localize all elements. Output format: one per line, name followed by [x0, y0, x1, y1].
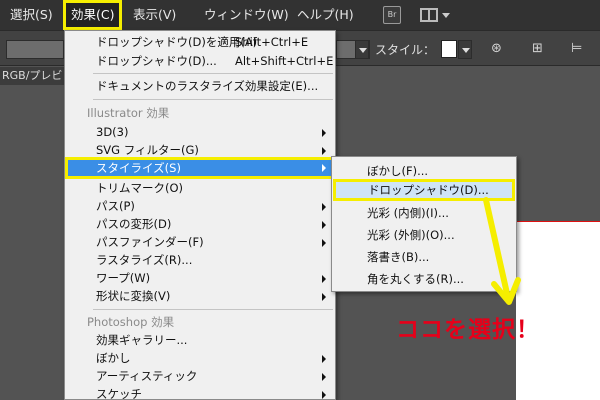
submenu-arrow-icon — [322, 373, 326, 381]
menu-bar: 選択(S) 効果(C) 表示(V) ウィンドウ(W) ヘルプ(H) Br — [0, 0, 600, 30]
submenu-item-label: ドロップシャドウ(D)... — [368, 183, 489, 197]
submenu-arrow-icon — [322, 164, 326, 172]
align-icon[interactable]: ⊞ — [532, 41, 543, 57]
menu-item-rasterize[interactable]: ラスタライズ(R)... — [65, 251, 335, 270]
menu-item-label: ドロップシャドウ(D)... — [96, 54, 217, 68]
menu-item-apply-drop-shadow[interactable]: ドロップシャドウ(D)を適用(A) Shift+Ctrl+E — [65, 33, 335, 52]
menu-separator — [93, 309, 333, 310]
submenu-item-label: 角を丸くする(R)... — [367, 272, 464, 286]
menu-item-document-raster-settings[interactable]: ドキュメントのラスタライズ効果設定(E)... — [65, 77, 335, 96]
menu-item-label: パスファインダー(F) — [96, 235, 204, 249]
menu-view[interactable]: 表示(V) — [133, 0, 176, 30]
menu-item-sketch[interactable]: スケッチ — [65, 385, 335, 400]
style-swatch[interactable] — [441, 40, 457, 58]
menu-item-label: スケッチ — [96, 387, 142, 400]
menu-effect[interactable]: 効果(C) — [63, 0, 123, 30]
menu-item-label: ドキュメントのラスタライズ効果設定(E)... — [96, 79, 319, 93]
menu-item-label: 3D(3) — [96, 125, 129, 139]
menu-window[interactable]: ウィンドウ(W) — [204, 0, 289, 30]
menu-item-distort-transform[interactable]: パスの変形(D) — [65, 215, 335, 234]
menu-header-photoshop-effects: Photoshop 効果 — [65, 313, 335, 332]
menu-item-3d[interactable]: 3D(3) — [65, 123, 335, 142]
menu-item-effect-gallery[interactable]: 効果ギャラリー... — [65, 331, 335, 350]
menu-item-label: トリムマーク(O) — [96, 181, 184, 195]
menu-header-label: Illustrator 効果 — [87, 106, 170, 120]
menu-item-stylize[interactable]: スタイライズ(S) — [65, 157, 335, 179]
menu-item-label: パスの変形(D) — [96, 217, 172, 231]
fill-field[interactable] — [6, 40, 64, 59]
menu-item-label: ラスタライズ(R)... — [96, 253, 193, 267]
menu-item-shortcut: Alt+Shift+Ctrl+E — [235, 54, 334, 68]
menu-item-trim-marks[interactable]: トリムマーク(O) — [65, 179, 335, 198]
submenu-item-label: 光彩 (外側)(O)... — [367, 228, 455, 242]
recolor-icon[interactable]: ⊛ — [491, 41, 502, 57]
menu-header-illustrator-effects: Illustrator 効果 — [65, 104, 335, 123]
menu-item-convert-to-shape[interactable]: 形状に変換(V) — [65, 287, 335, 306]
menu-separator — [93, 99, 333, 100]
selection-guide — [516, 221, 600, 222]
submenu-item-label: 落書き(B)... — [367, 250, 430, 264]
submenu-arrow-icon — [322, 293, 326, 301]
annotation-arrow-icon — [483, 197, 521, 305]
bridge-icon[interactable]: Br — [383, 6, 401, 24]
menu-item-label: パス(P) — [96, 199, 135, 213]
menu-item-pathfinder[interactable]: パスファインダー(F) — [65, 233, 335, 252]
menu-item-label: 効果ギャラリー... — [96, 333, 188, 347]
menu-item-label: ドロップシャドウ(D)を適用(A) — [96, 35, 258, 49]
menu-help[interactable]: ヘルプ(H) — [297, 0, 354, 30]
opacity-dropdown[interactable] — [355, 40, 369, 59]
menu-item-path[interactable]: パス(P) — [65, 197, 335, 216]
submenu-arrow-icon — [322, 147, 326, 155]
submenu-arrow-icon — [322, 355, 326, 363]
submenu-arrow-icon — [322, 275, 326, 283]
menu-separator — [93, 73, 333, 74]
workspace-icon[interactable] — [420, 8, 438, 22]
workspace-caret-icon[interactable] — [442, 13, 450, 18]
document-tab[interactable]: RGB/プレビュー — [0, 67, 70, 85]
submenu-arrow-icon — [322, 203, 326, 211]
style-label: スタイル： — [375, 43, 436, 57]
effect-menu: ドロップシャドウ(D)を適用(A) Shift+Ctrl+E ドロップシャドウ(… — [64, 30, 336, 400]
menu-item-shortcut: Shift+Ctrl+E — [235, 35, 309, 49]
menu-header-label: Photoshop 効果 — [87, 315, 175, 329]
menu-item-warp[interactable]: ワープ(W) — [65, 269, 335, 288]
submenu-arrow-icon — [322, 221, 326, 229]
style-dropdown[interactable] — [458, 40, 472, 59]
transform-icon[interactable]: ⊨ — [571, 41, 582, 57]
submenu-item-label: ぼかし(F)... — [367, 164, 429, 178]
menu-item-blur[interactable]: ぼかし — [65, 349, 335, 368]
menu-select[interactable]: 選択(S) — [10, 0, 53, 30]
submenu-arrow-icon — [322, 129, 326, 137]
submenu-arrow-icon — [322, 391, 326, 399]
annotation-callout: ココを選択！ — [396, 317, 540, 343]
submenu-item-label: 光彩 (内側)(I)... — [367, 206, 449, 220]
menu-item-label: ぼかし — [96, 351, 131, 365]
menu-item-label: 形状に変換(V) — [96, 289, 171, 303]
menu-item-label: SVG フィルター(G) — [96, 143, 199, 157]
menu-item-label: アーティスティック — [96, 369, 198, 383]
menu-item-label: スタイライズ(S) — [96, 161, 181, 175]
menu-item-label: ワープ(W) — [96, 271, 151, 285]
menu-item-drop-shadow[interactable]: ドロップシャドウ(D)... Alt+Shift+Ctrl+E — [65, 52, 335, 71]
submenu-arrow-icon — [322, 239, 326, 247]
menu-item-artistic[interactable]: アーティスティック — [65, 367, 335, 386]
